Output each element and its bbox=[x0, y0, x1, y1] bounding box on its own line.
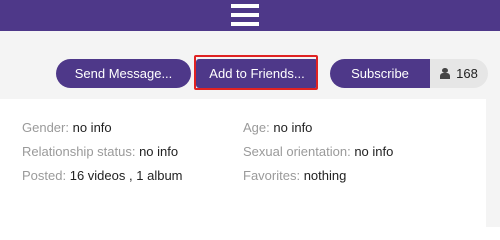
gender-value: no info bbox=[72, 120, 112, 135]
subscribe-button[interactable]: Subscribe bbox=[330, 59, 430, 88]
hamburger-menu-icon[interactable] bbox=[231, 4, 259, 26]
favorites-label: Favorites: bbox=[243, 168, 301, 183]
orientation-label: Sexual orientation: bbox=[243, 144, 351, 159]
add-to-friends-button[interactable]: Add to Friends... bbox=[196, 59, 318, 88]
favorites-value: nothing bbox=[303, 168, 347, 183]
posted-separator: , bbox=[129, 168, 133, 183]
age-label: Age: bbox=[243, 120, 270, 135]
top-bar bbox=[0, 0, 500, 31]
subscriber-count-badge: 168 bbox=[430, 59, 488, 88]
favorites-row: Favorites: nothing bbox=[243, 168, 346, 183]
scrollbar[interactable] bbox=[486, 99, 500, 227]
orientation-value: no info bbox=[354, 144, 394, 159]
subscriber-count: 168 bbox=[456, 66, 478, 81]
user-icon bbox=[440, 68, 451, 79]
gender-label: Gender: bbox=[22, 120, 69, 135]
profile-info-panel bbox=[0, 99, 486, 227]
relationship-row: Relationship status: no info bbox=[22, 144, 178, 159]
gender-row: Gender: no info bbox=[22, 120, 112, 135]
posted-row: Posted: 16 videos , 1 album bbox=[22, 168, 183, 183]
age-value: no info bbox=[273, 120, 313, 135]
send-message-button[interactable]: Send Message... bbox=[56, 59, 191, 88]
posted-label: Posted: bbox=[22, 168, 67, 183]
orientation-row: Sexual orientation: no info bbox=[243, 144, 393, 159]
posted-albums-link[interactable]: 1 album bbox=[136, 168, 182, 183]
relationship-label: Relationship status: bbox=[22, 144, 136, 159]
age-row: Age: no info bbox=[243, 120, 312, 135]
relationship-value: no info bbox=[139, 144, 179, 159]
posted-videos-link[interactable]: 16 videos bbox=[70, 168, 126, 183]
